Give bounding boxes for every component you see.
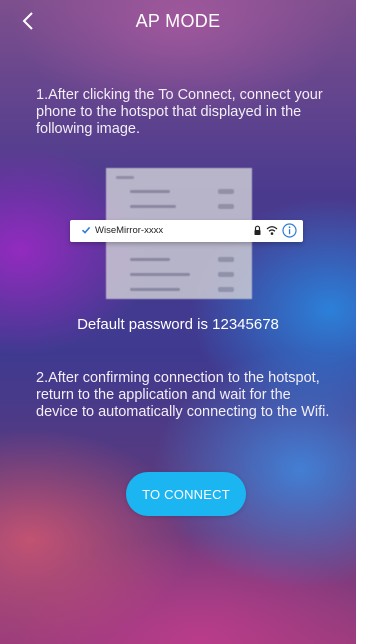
page-title: AP MODE [135,11,221,31]
info-icon[interactable] [282,223,297,238]
ap-mode-screen: AP MODE 1.After clicking the To Connect,… [0,0,356,644]
check-icon [81,226,91,234]
hotspot-row [118,269,242,281]
network-name: WiseMirror-xxxx [95,225,164,236]
wifi-icon [266,226,278,235]
hotspot-row [118,254,242,266]
hotspot-row [118,284,242,296]
hotspot-row [118,186,242,198]
lock-icon [254,225,261,235]
selected-network-row: WiseMirror-xxxx [70,220,303,242]
step1-instruction: 1.After clicking the To Connect, connect… [36,87,323,137]
hotspot-row [118,201,242,213]
step2-instruction: 2.After confirming connection to the hot… [36,370,330,420]
header-bar: AP MODE [0,0,356,44]
to-connect-button[interactable]: TO CONNECT [126,472,246,516]
hotspot-list-header [116,176,134,179]
default-password-text: Default password is 12345678 [77,316,279,333]
